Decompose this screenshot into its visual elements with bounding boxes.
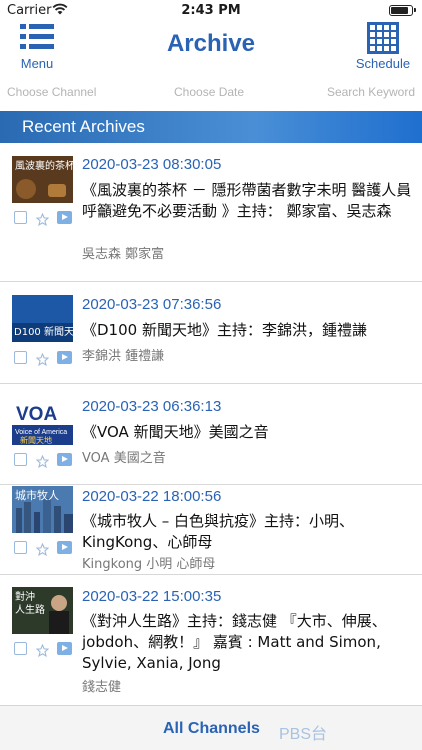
playlist-icon[interactable]	[14, 351, 27, 364]
list-item[interactable]: 對沖 人生路 2020-03-22 15:00:35 《對沖人生路》主持：錢志健…	[0, 576, 422, 705]
item-actions	[14, 351, 74, 367]
playlist-icon[interactable]	[14, 642, 27, 655]
list-item[interactable]: D100 新聞天地 2020-03-23 07:36:56 《D100 新聞天地…	[0, 283, 422, 384]
play-icon[interactable]	[57, 453, 72, 466]
star-icon[interactable]	[35, 211, 50, 227]
thumbnail-image: 對沖 人生路	[12, 587, 73, 634]
thumb-caption: 城市牧人	[15, 488, 59, 502]
item-title[interactable]: 《VOA 新聞天地》美國之音	[82, 422, 412, 443]
navigation-bar: Menu Archive Schedule	[0, 22, 422, 74]
list-item[interactable]: VOA Voice of America 新聞天地 2020-03-23 06:…	[0, 385, 422, 485]
schedule-button[interactable]: Schedule	[352, 22, 414, 74]
choose-channel-field[interactable]: Choose Channel	[7, 85, 96, 99]
choose-date-field[interactable]: Choose Date	[174, 85, 244, 99]
svg-text:人生路: 人生路	[15, 603, 45, 616]
list-item[interactable]: 城市牧人 2020-03-22 18:00:56 《城市牧人 – 白色與抗疫》主…	[0, 486, 422, 575]
thumb-caption: 風波裏的茶杯	[15, 159, 73, 172]
playlist-icon[interactable]	[14, 541, 27, 554]
svg-text:新聞天地: 新聞天地	[20, 435, 52, 445]
item-actions	[14, 211, 74, 227]
item-hosts: 吳志森 鄭家富	[82, 247, 165, 262]
item-date: 2020-03-22 18:00:56	[82, 488, 222, 505]
thumbnail-image: D100 新聞天地	[12, 295, 73, 342]
play-icon[interactable]	[57, 211, 72, 224]
star-icon[interactable]	[35, 541, 50, 557]
tab-pbs[interactable]: PBS台	[279, 720, 327, 744]
item-title[interactable]: 《城市牧人 – 白色與抗疫》主持：小明、KingKong、心師母	[82, 511, 412, 553]
item-actions	[14, 453, 74, 469]
item-title[interactable]: 《對沖人生路》主持：錢志健 『大市、伸展、jobdoh、網教！』 嘉賓 : Ma…	[82, 611, 412, 674]
section-title: Recent Archives	[22, 117, 145, 136]
item-date: 2020-03-23 07:36:56	[82, 296, 222, 313]
playlist-icon[interactable]	[14, 211, 27, 224]
thumbnail-image: 風波裏的茶杯	[12, 156, 73, 203]
item-hosts: 錢志健	[82, 680, 122, 695]
item-hosts: VOA 美國之音	[82, 451, 166, 466]
item-hosts: 李錦洪 鍾禮謙	[82, 349, 165, 364]
item-date: 2020-03-23 06:36:13	[82, 398, 222, 415]
item-date: 2020-03-22 15:00:35	[82, 588, 222, 605]
svg-text:VOA: VOA	[16, 404, 57, 425]
item-actions	[14, 642, 74, 658]
item-date: 2020-03-23 08:30:05	[82, 156, 222, 173]
thumb-caption: D100 新聞天地	[14, 325, 73, 338]
item-hosts: Kingkong 小明 心師母	[82, 557, 216, 572]
section-header: Recent Archives	[0, 111, 422, 143]
battery-icon	[389, 5, 416, 16]
list-item[interactable]: 風波裏的茶杯 2020-03-23 08:30:05 《風波裏的茶杯 － 隱形帶…	[0, 143, 422, 282]
play-icon[interactable]	[57, 541, 72, 554]
search-keyword-field[interactable]: Search Keyword	[327, 85, 415, 99]
item-title[interactable]: 《風波裏的茶杯 － 隱形帶菌者數字未明 醫護人員呼籲避免不必要活動 》主持： 鄭…	[82, 180, 412, 222]
star-icon[interactable]	[35, 453, 50, 469]
filter-bar: Choose Channel Choose Date Search Keywor…	[0, 80, 422, 106]
playlist-icon[interactable]	[14, 453, 27, 466]
svg-text:Voice of America: Voice of America	[15, 429, 67, 436]
star-icon[interactable]	[35, 351, 50, 367]
svg-text:對沖: 對沖	[15, 590, 35, 603]
tab-all-channels[interactable]: All Channels	[163, 720, 260, 738]
thumbnail-image: VOA Voice of America 新聞天地	[12, 398, 73, 445]
thumbnail-image: 城市牧人	[12, 486, 73, 533]
star-icon[interactable]	[35, 642, 50, 658]
item-title[interactable]: 《D100 新聞天地》主持：李錦洪，鍾禮謙	[82, 320, 412, 341]
clock: 2:43 PM	[181, 3, 241, 18]
status-bar: Carrier 2:43 PM	[0, 0, 422, 22]
schedule-label: Schedule	[355, 56, 411, 71]
item-actions	[14, 541, 74, 557]
play-icon[interactable]	[57, 351, 72, 364]
calendar-grid-icon	[367, 22, 399, 54]
menu-label: Menu	[20, 56, 54, 71]
play-icon[interactable]	[57, 642, 72, 655]
tab-bar: All Channels PBS台	[0, 705, 422, 750]
